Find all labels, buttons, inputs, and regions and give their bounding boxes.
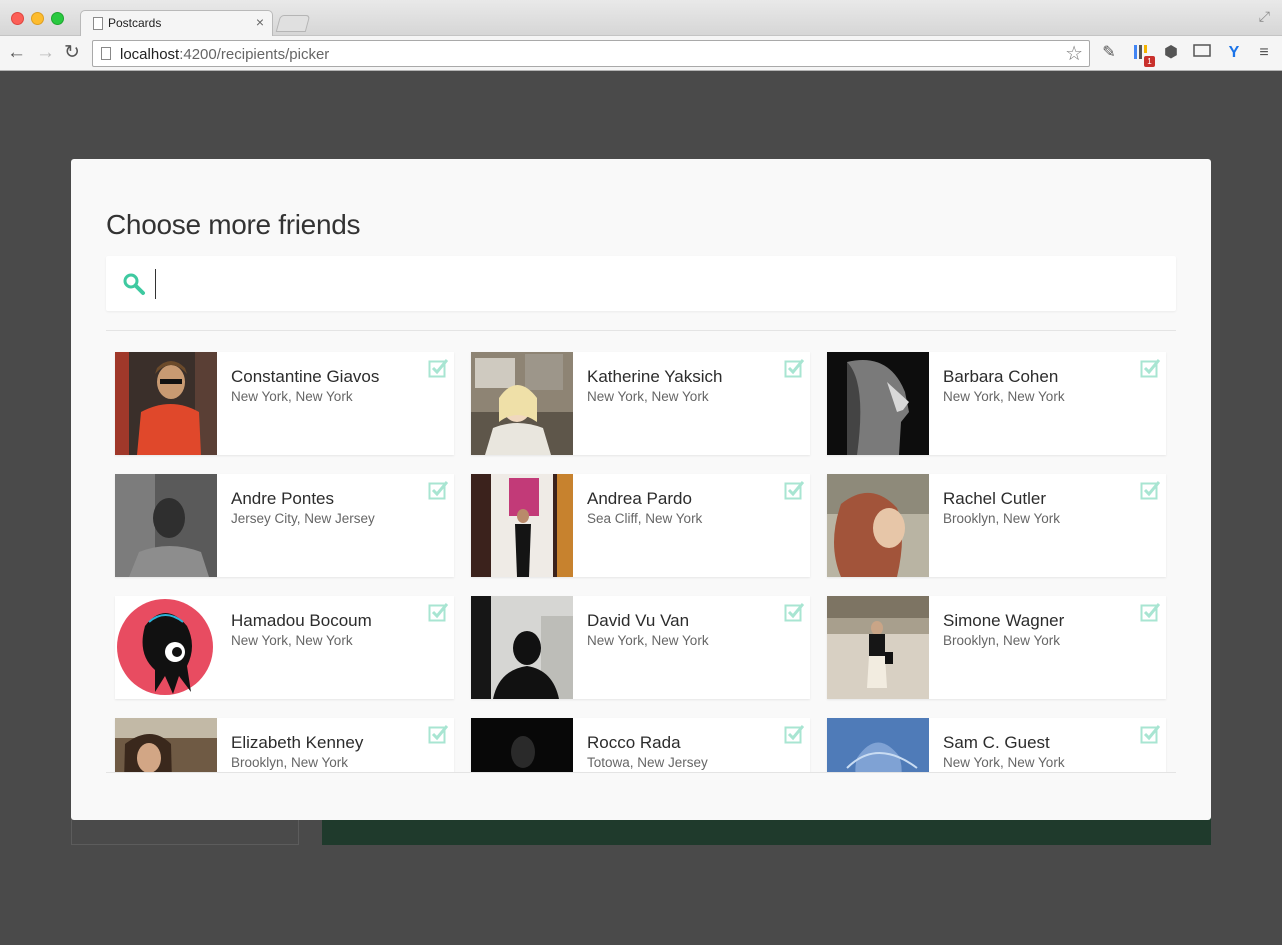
modal-title: Choose more friends [106, 209, 361, 240]
extension-y-icon[interactable]: Y [1224, 43, 1244, 63]
friend-card[interactable]: Simone Wagner Brooklyn, New York [827, 596, 1166, 699]
friend-location: Sea Cliff, New York [587, 511, 703, 526]
search-input[interactable] [154, 265, 1154, 301]
page-icon [93, 17, 103, 30]
avatar [471, 596, 573, 699]
friend-name: Andrea Pardo [587, 489, 692, 508]
cast-icon[interactable] [1192, 43, 1212, 63]
friend-card[interactable]: Katherine Yaksich New York, New York [471, 352, 810, 455]
extension-hexagon-icon[interactable]: ⬢ [1161, 43, 1181, 63]
friend-name: Simone Wagner [943, 611, 1065, 630]
checkbox-checked-icon[interactable] [1140, 602, 1160, 622]
friend-location: New York, New York [231, 389, 353, 404]
star-icon[interactable]: ☆ [1065, 41, 1083, 66]
friend-location: Jersey City, New Jersey [231, 511, 375, 526]
url-path: :4200/recipients/picker [179, 46, 330, 63]
url-text[interactable]: localhost:4200/recipients/picker [120, 46, 329, 63]
checkbox-checked-icon[interactable] [1140, 480, 1160, 500]
avatar [115, 596, 217, 699]
browser-toolbar: ← → ↻ localhost:4200/recipients/picker ☆… [0, 36, 1282, 71]
avatar [471, 474, 573, 577]
avatar [827, 596, 929, 699]
friend-name: Barbara Cohen [943, 367, 1059, 386]
fullscreen-icon[interactable]: ⤢ [1259, 8, 1270, 25]
friend-location: Brooklyn, New York [943, 511, 1061, 526]
search-icon [123, 273, 145, 295]
new-tab-button[interactable] [275, 15, 311, 32]
checkbox-checked-icon[interactable] [784, 358, 804, 378]
checkbox-checked-icon[interactable] [428, 480, 448, 500]
friend-name: Rachel Cutler [943, 489, 1046, 508]
text-caret [155, 269, 156, 299]
checkbox-checked-icon[interactable] [784, 602, 804, 622]
arrow-left-icon[interactable]: ← [7, 41, 26, 65]
friend-card[interactable]: Andrea Pardo Sea Cliff, New York [471, 474, 810, 577]
checkbox-checked-icon[interactable] [1140, 358, 1160, 378]
minimize-window-button[interactable] [31, 12, 44, 25]
extension-badge: 1 [1144, 56, 1155, 67]
friend-card[interactable]: Constantine Giavos New York, New York [115, 352, 454, 455]
friend-name: Constantine Giavos [231, 367, 380, 386]
friend-card[interactable]: Rachel Cutler Brooklyn, New York [827, 474, 1166, 577]
checkbox-checked-icon[interactable] [784, 480, 804, 500]
friend-name: Rocco Rada [587, 733, 681, 752]
avatar [115, 474, 217, 577]
friend-name: Sam C. Guest [943, 733, 1050, 752]
avatar [827, 718, 929, 772]
friend-card[interactable]: Hamadou Bocoum New York, New York [115, 596, 454, 699]
friend-name: Andre Pontes [231, 489, 335, 508]
friend-location: New York, New York [943, 389, 1065, 404]
friend-card[interactable]: Rocco Rada Totowa, New Jersey [471, 718, 810, 772]
friend-location: Brooklyn, New York [943, 633, 1061, 648]
friend-location: New York, New York [943, 755, 1065, 770]
avatar [827, 352, 929, 455]
arrow-right-icon[interactable]: → [36, 41, 55, 65]
checkbox-checked-icon[interactable] [428, 724, 448, 744]
checkbox-checked-icon[interactable] [1140, 724, 1160, 744]
friend-card[interactable]: Andre Pontes Jersey City, New Jersey [115, 474, 454, 577]
url-host: localhost [120, 46, 180, 63]
friend-list[interactable]: Constantine Giavos New York, New York Ka… [106, 331, 1176, 773]
friend-card[interactable]: Barbara Cohen New York, New York [827, 352, 1166, 455]
checkbox-checked-icon[interactable] [428, 602, 448, 622]
friend-name: Hamadou Bocoum [231, 611, 372, 630]
checkbox-checked-icon[interactable] [428, 358, 448, 378]
friend-grid: Constantine Giavos New York, New York Ka… [115, 352, 1167, 772]
address-bar[interactable]: localhost:4200/recipients/picker ☆ [92, 40, 1090, 67]
friend-location: New York, New York [231, 633, 353, 648]
extension-wrench-icon[interactable]: ✎ [1099, 43, 1119, 63]
friend-picker-modal: Choose more friends Constantine Giavos N… [71, 159, 1211, 820]
friend-name: Elizabeth Kenney [231, 733, 364, 752]
close-tab-icon[interactable]: × [256, 14, 264, 30]
friend-name: David Vu Van [587, 611, 690, 630]
checkbox-checked-icon[interactable] [784, 724, 804, 744]
reload-icon[interactable]: ↻ [64, 41, 80, 65]
friend-location: Totowa, New Jersey [587, 755, 708, 770]
friend-location: Brooklyn, New York [231, 755, 349, 770]
page-icon [101, 47, 111, 60]
avatar [115, 718, 217, 772]
search-box[interactable] [106, 256, 1176, 311]
friend-location: New York, New York [587, 633, 709, 648]
avatar [115, 352, 217, 455]
friend-card[interactable]: David Vu Van New York, New York [471, 596, 810, 699]
browser-titlebar: Postcards × ⤢ [0, 0, 1282, 37]
avatar [471, 718, 573, 772]
browser-tab[interactable]: Postcards × [80, 10, 273, 37]
friend-name: Katherine Yaksich [587, 367, 723, 386]
friend-location: New York, New York [587, 389, 709, 404]
menu-icon[interactable]: ≡ [1254, 43, 1274, 63]
tab-title: Postcards [108, 16, 162, 30]
friend-card[interactable]: Sam C. Guest New York, New York [827, 718, 1166, 772]
avatar [827, 474, 929, 577]
avatar [471, 352, 573, 455]
close-window-button[interactable] [11, 12, 24, 25]
friend-card[interactable]: Elizabeth Kenney Brooklyn, New York [115, 718, 454, 772]
zoom-window-button[interactable] [51, 12, 64, 25]
